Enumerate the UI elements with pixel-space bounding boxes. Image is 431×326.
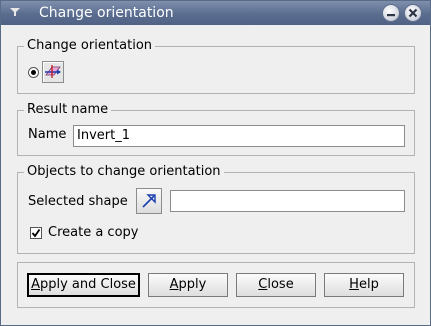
minimize-button[interactable] bbox=[382, 4, 400, 22]
minimize-icon bbox=[387, 14, 395, 17]
create-copy-checkbox[interactable] bbox=[30, 227, 42, 239]
objects-group: Objects to change orientation Selected s… bbox=[17, 164, 415, 254]
close-button-dialog[interactable]: Close bbox=[236, 273, 316, 297]
result-name-group: Result name Name Invert_1 bbox=[17, 102, 415, 156]
orientation-radio[interactable] bbox=[28, 67, 39, 78]
dialog-window: Change orientation Change orientation Re… bbox=[0, 0, 431, 326]
close-icon bbox=[408, 8, 418, 18]
change-orientation-option[interactable] bbox=[42, 61, 64, 83]
select-shape-button[interactable] bbox=[136, 188, 162, 214]
window-title: Change orientation bbox=[39, 5, 174, 21]
change-orientation-group-title: Change orientation bbox=[24, 38, 156, 53]
arrow-select-icon bbox=[142, 194, 156, 208]
result-name-group-title: Result name bbox=[24, 102, 112, 117]
selected-shape-input[interactable] bbox=[170, 190, 405, 212]
change-orientation-icon bbox=[45, 65, 61, 78]
change-orientation-group: Change orientation bbox=[17, 38, 415, 94]
help-button[interactable]: Help bbox=[324, 273, 404, 297]
apply-and-close-button[interactable]: Apply and Close bbox=[27, 273, 140, 297]
close-button[interactable] bbox=[404, 4, 422, 22]
radio-dot bbox=[31, 70, 36, 75]
create-copy-label[interactable]: Create a copy bbox=[48, 225, 138, 240]
selected-shape-label: Selected shape bbox=[28, 194, 128, 209]
title-bar[interactable]: Change orientation bbox=[1, 1, 430, 25]
apply-button[interactable]: Apply bbox=[148, 273, 228, 297]
objects-group-title: Objects to change orientation bbox=[24, 164, 224, 179]
name-label: Name bbox=[28, 127, 67, 142]
name-input[interactable]: Invert_1 bbox=[73, 125, 405, 147]
window-menu-icon[interactable] bbox=[7, 4, 23, 20]
checkmark-icon bbox=[31, 228, 41, 238]
